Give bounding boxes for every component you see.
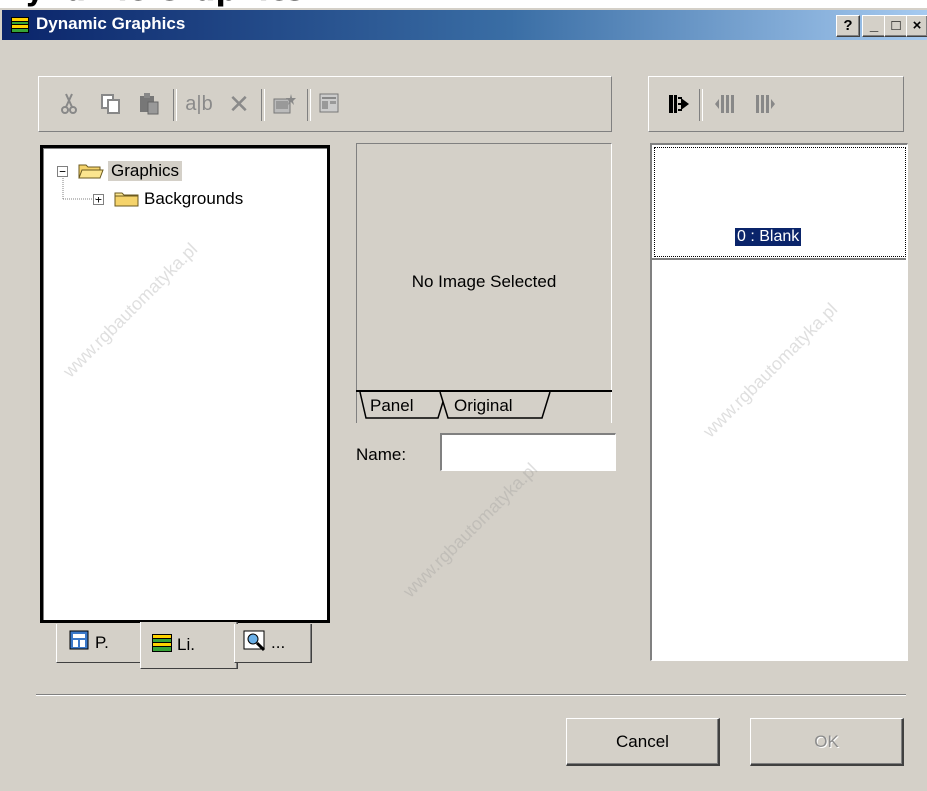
minimize-button[interactable]: _ — [862, 15, 886, 37]
close-button[interactable]: × — [906, 15, 927, 37]
tab-more[interactable]: ... — [234, 624, 312, 663]
maximize-button[interactable]: □ — [884, 15, 908, 37]
tab-original[interactable]: Original — [454, 392, 513, 422]
list-app-icon — [10, 16, 30, 34]
help-button[interactable]: ? — [836, 15, 860, 37]
name-label: Name: — [356, 445, 407, 464]
name-input[interactable] — [440, 433, 616, 471]
preview-tab-icon — [243, 630, 267, 657]
tree-label-backgrounds: Backgrounds — [144, 189, 244, 208]
preview-tabs: Panel Original — [356, 390, 612, 424]
rename-icon[interactable]: a|b — [179, 89, 219, 119]
new-item-icon[interactable] — [269, 89, 301, 119]
list-tab-icon — [151, 633, 173, 658]
frame-cell[interactable]: 0 : Blank — [654, 147, 906, 257]
cancel-button[interactable]: Cancel — [566, 718, 720, 766]
toolbar-separator — [307, 89, 311, 121]
cut-icon[interactable] — [53, 89, 85, 119]
frames-list[interactable]: 0 : Blank — [650, 143, 908, 661]
tree-label-graphics: Graphics — [108, 161, 183, 181]
image-preview: No Image Selected — [356, 143, 612, 423]
tab-panel[interactable]: Panel — [370, 392, 413, 422]
bottom-divider — [36, 694, 906, 696]
no-image-message: No Image Selected — [411, 272, 557, 291]
cell-divider — [652, 258, 906, 260]
window-title: Dynamic Graphics — [36, 14, 186, 33]
tab-li[interactable]: Li. — [140, 622, 238, 669]
properties-icon[interactable] — [315, 89, 347, 119]
toolbar-separator — [173, 89, 177, 121]
collapse-icon[interactable]: − — [57, 165, 68, 177]
ok-button[interactable]: OK — [750, 718, 904, 766]
title-bar: Dynamic Graphics ? _ □ × — [2, 10, 927, 40]
frame-label: 0 : Blank — [735, 228, 802, 246]
view-tabs: P. Li. ... — [56, 622, 316, 672]
tab-label-more: ... — [271, 633, 286, 652]
graphics-tree[interactable]: − Graphics + Backgrounds — [40, 145, 330, 623]
tree-item-backgrounds[interactable]: + Backgrounds — [93, 188, 243, 210]
tab-label-p: P. — [95, 633, 109, 652]
toolbar-separator — [699, 89, 703, 121]
toolbar-separator — [261, 89, 265, 121]
frames-toolbar — [648, 76, 904, 132]
paste-icon[interactable] — [133, 89, 165, 119]
tree-connector-lines — [62, 178, 96, 200]
copy-icon[interactable] — [95, 89, 127, 119]
delete-icon[interactable]: ✕ — [223, 89, 255, 119]
folder-icon — [114, 190, 140, 208]
tab-label-li: Li. — [177, 635, 195, 654]
edit-toolbar: a|b ✕ — [38, 76, 612, 132]
frame-left-icon[interactable] — [709, 89, 741, 119]
insert-frame-icon[interactable] — [663, 89, 695, 119]
tab-p[interactable]: P. — [56, 624, 144, 663]
properties-tab-icon — [69, 630, 91, 657]
frame-right-icon[interactable] — [749, 89, 781, 119]
